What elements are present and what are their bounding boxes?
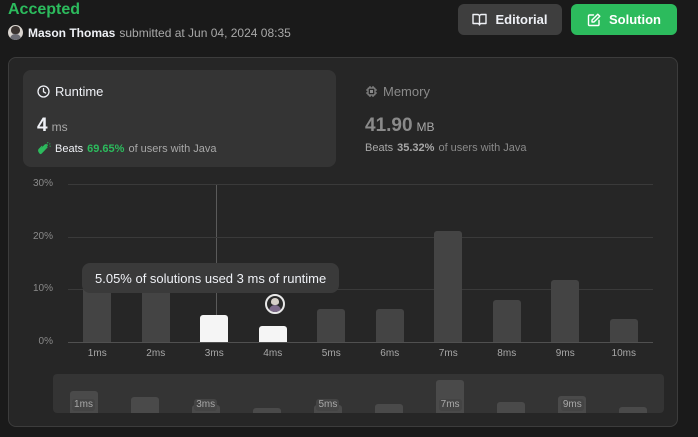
solution-label: Solution bbox=[609, 12, 661, 27]
chart-tooltip: 5.05% of solutions used 3 ms of runtime bbox=[82, 263, 340, 293]
submission-info: Mason Thomas submitted at Jun 04, 2024 0… bbox=[8, 25, 291, 40]
submitted-time: submitted at Jun 04, 2024 08:35 bbox=[119, 25, 291, 40]
overview-label: 1ms bbox=[72, 399, 95, 411]
y-tick-label: 30% bbox=[32, 178, 53, 189]
editorial-button[interactable]: Editorial bbox=[458, 4, 562, 35]
overview-label: 5ms bbox=[316, 399, 340, 411]
bar-3ms[interactable] bbox=[200, 315, 229, 342]
x-tick-label: 5ms bbox=[321, 348, 341, 359]
runtime-beats-suffix: of users with Java bbox=[128, 142, 217, 155]
memory-value-block: 41.90 MB bbox=[365, 115, 435, 137]
editorial-label: Editorial bbox=[495, 12, 548, 27]
overview-bar bbox=[252, 407, 281, 413]
y-tick-label: 20% bbox=[32, 230, 53, 242]
runtime-beats: Beats 69.65% of users with Java bbox=[37, 142, 217, 155]
runtime-value-block: 4 ms bbox=[37, 115, 68, 137]
memory-beats-pct: 35.32% bbox=[397, 142, 435, 154]
x-tick-label: 10ms bbox=[611, 348, 636, 359]
memory-beats: Beats 35.32% of users with Java bbox=[365, 142, 527, 154]
x-tick-label: 8ms bbox=[497, 348, 517, 359]
memory-card[interactable]: Memory 41.90 MB Beats 35.32% of users wit… bbox=[365, 70, 665, 167]
avatar[interactable] bbox=[8, 25, 23, 40]
bar-7ms[interactable] bbox=[434, 231, 463, 342]
memory-value: 41.90 bbox=[365, 115, 413, 136]
overview-bar bbox=[619, 406, 648, 413]
username-link[interactable]: Mason Thomas bbox=[28, 26, 115, 40]
runtime-title-label: Runtime bbox=[55, 84, 104, 99]
overview-bar bbox=[130, 396, 159, 413]
overview-bar bbox=[497, 401, 526, 413]
bar-1ms[interactable] bbox=[83, 286, 112, 342]
x-tick-label: 3ms bbox=[204, 348, 224, 359]
x-tick-label: 1ms bbox=[87, 348, 107, 359]
memory-unit: MB bbox=[416, 120, 435, 134]
x-tick-label: 4ms bbox=[263, 348, 283, 359]
memory-beats-suffix: of users with Java bbox=[438, 142, 527, 154]
overview-bar bbox=[375, 404, 404, 413]
overview-label: 9ms bbox=[560, 399, 584, 411]
x-tick-label: 2ms bbox=[146, 348, 166, 359]
x-tick-label: 7ms bbox=[438, 348, 458, 359]
x-tick-label: 6ms bbox=[380, 348, 400, 359]
bar-8ms[interactable] bbox=[492, 299, 521, 342]
edit-icon bbox=[587, 13, 601, 26]
status-label: Accepted bbox=[8, 1, 81, 18]
gridline bbox=[68, 184, 653, 185]
bar-2ms[interactable] bbox=[141, 286, 170, 342]
runtime-beats-label: Beats bbox=[55, 142, 84, 155]
overview-label: 7ms bbox=[438, 399, 462, 411]
bar-5ms[interactable] bbox=[317, 308, 346, 342]
runtime-title: Runtime bbox=[37, 84, 103, 99]
book-icon bbox=[472, 13, 488, 26]
clap-icon bbox=[38, 142, 51, 155]
memory-title-label: Memory bbox=[383, 84, 430, 99]
chart-range-overview[interactable]: 1ms 3ms 5ms 7ms 9ms bbox=[53, 374, 664, 413]
results-panel: Runtime 4 ms Beats 69.65% of users with J… bbox=[8, 57, 678, 427]
memory-chip-icon bbox=[366, 86, 377, 97]
gridline bbox=[68, 236, 653, 238]
overview-label: 3ms bbox=[194, 399, 218, 411]
gridline bbox=[68, 342, 653, 343]
memory-title: Memory bbox=[365, 84, 430, 99]
solution-button[interactable]: Solution bbox=[571, 4, 677, 35]
x-tick-label: 9ms bbox=[555, 348, 575, 359]
clock-icon bbox=[37, 85, 50, 98]
y-tick-label: 10% bbox=[32, 283, 53, 295]
bar-9ms[interactable] bbox=[551, 279, 580, 342]
runtime-card[interactable]: Runtime 4 ms Beats 69.65% of users with J… bbox=[23, 70, 336, 167]
bar-4ms[interactable] bbox=[258, 326, 287, 342]
runtime-beats-pct: 69.65% bbox=[87, 142, 125, 155]
runtime-value: 4 bbox=[37, 115, 48, 136]
bar-6ms[interactable] bbox=[375, 308, 404, 342]
user-avatar-marker bbox=[265, 294, 285, 314]
runtime-unit: ms bbox=[51, 120, 68, 134]
y-tick-label: 0% bbox=[38, 336, 53, 347]
memory-beats-label: Beats bbox=[365, 142, 394, 154]
bar-10ms[interactable] bbox=[609, 318, 638, 342]
